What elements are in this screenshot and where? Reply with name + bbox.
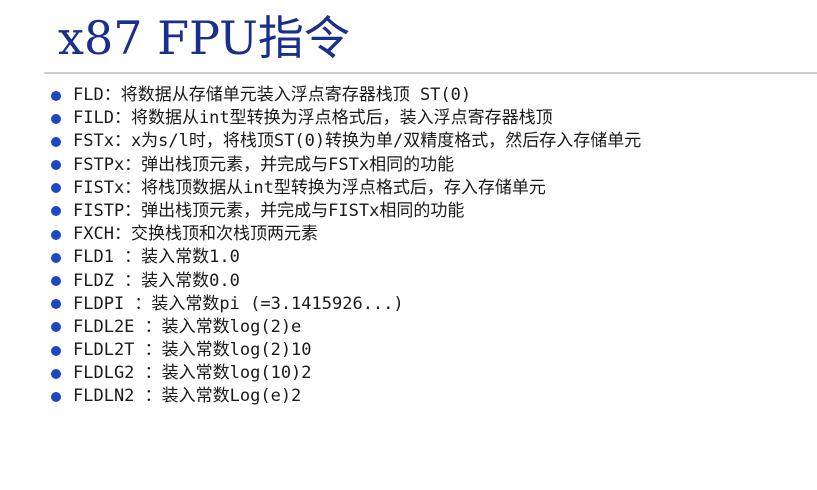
bullet-dot-icon — [51, 322, 61, 333]
list-item: FSTPx：弹出栈顶元素，并完成与FSTx相同的功能 — [48, 154, 641, 177]
instruction-list: FLD：将数据从存储单元装入浮点寄存器栈顶 ST(0) FILD：将数据从int… — [48, 84, 641, 409]
list-item-text: FISTx：将栈顶数据从int型转换为浮点格式后，存入存储单元 — [73, 177, 546, 198]
list-item-text: FSTx：x为s/l时，将栈顶ST(0)转换为单/双精度格式，然后存入存储单元 — [73, 131, 642, 152]
list-item: FLDLG2 ：装入常数log(10)2 — [48, 362, 641, 385]
bullet-dot-icon — [51, 345, 61, 356]
bullet-dot-icon — [51, 113, 61, 124]
bullet-dot-icon — [51, 206, 61, 217]
bullet-dot-icon — [51, 252, 61, 263]
bullet-dot-icon — [51, 183, 61, 194]
list-item-text: FSTPx：弹出栈顶元素，并完成与FSTx相同的功能 — [73, 154, 455, 175]
list-item-text: FLDLN2 ：装入常数Log(e)2 — [73, 386, 302, 407]
list-item-text: FLDL2T ：装入常数log(2)10 — [73, 340, 312, 361]
bullet-dot-icon — [51, 391, 61, 402]
slide-title: x87 FPU指令 — [58, 11, 350, 65]
title-divider — [44, 72, 817, 74]
bullet-dot-icon — [51, 229, 61, 240]
list-item: FLDPI ：装入常数pi (=3.1415926...) — [48, 293, 641, 316]
bullet-dot-icon — [51, 136, 61, 147]
bullet-dot-icon — [51, 276, 61, 286]
list-item: FILD：将数据从int型转换为浮点格式后，装入浮点寄存器栈顶 — [48, 107, 641, 130]
list-item: FLDLN2 ：装入常数Log(e)2 — [48, 385, 641, 408]
list-item-text: FLDLG2 ：装入常数log(10)2 — [73, 363, 312, 384]
list-item: FISTP：弹出栈顶元素，并完成与FISTx相同的功能 — [48, 200, 641, 223]
bullet-dot-icon — [51, 160, 61, 171]
list-item: FXCH：交换栈顶和次栈顶两元素 — [48, 223, 641, 246]
bullet-dot-icon — [51, 368, 61, 379]
list-item-text: FISTP：弹出栈顶元素，并完成与FISTx相同的功能 — [73, 200, 465, 221]
list-item-text: FXCH：交换栈顶和次栈顶两元素 — [73, 224, 318, 245]
bullet-dot-icon — [51, 299, 61, 310]
list-item-text: FLDPI ：装入常数pi (=3.1415926...) — [73, 293, 404, 314]
list-item-text: FILD：将数据从int型转换为浮点格式后，装入浮点寄存器栈顶 — [73, 108, 553, 129]
list-item: FISTx：将栈顶数据从int型转换为浮点格式后，存入存储单元 — [48, 177, 641, 200]
list-item: FSTx：x为s/l时，将栈顶ST(0)转换为单/双精度格式，然后存入存储单元 — [48, 130, 641, 153]
list-item: FLDL2E ：装入常数log(2)e — [48, 316, 641, 339]
list-item-text: FLD：将数据从存储单元装入浮点寄存器栈顶 ST(0) — [73, 85, 472, 105]
list-item-text: FLDL2E ：装入常数log(2)e — [73, 316, 302, 337]
slide: x87 FPU指令 FLD：将数据从存储单元装入浮点寄存器栈顶 ST(0) FI… — [0, 0, 817, 490]
list-item: FLD：将数据从存储单元装入浮点寄存器栈顶 ST(0) — [48, 84, 641, 107]
list-item-text: FLDZ ：装入常数0.0 — [73, 270, 240, 291]
list-item: FLD1 ：装入常数1.0 — [48, 246, 641, 269]
bullet-dot-icon — [51, 90, 61, 101]
list-item-text: FLD1 ：装入常数1.0 — [73, 247, 240, 268]
list-item: FLDL2T ：装入常数log(2)10 — [48, 339, 641, 362]
list-item: FLDZ ：装入常数0.0 — [48, 270, 641, 293]
